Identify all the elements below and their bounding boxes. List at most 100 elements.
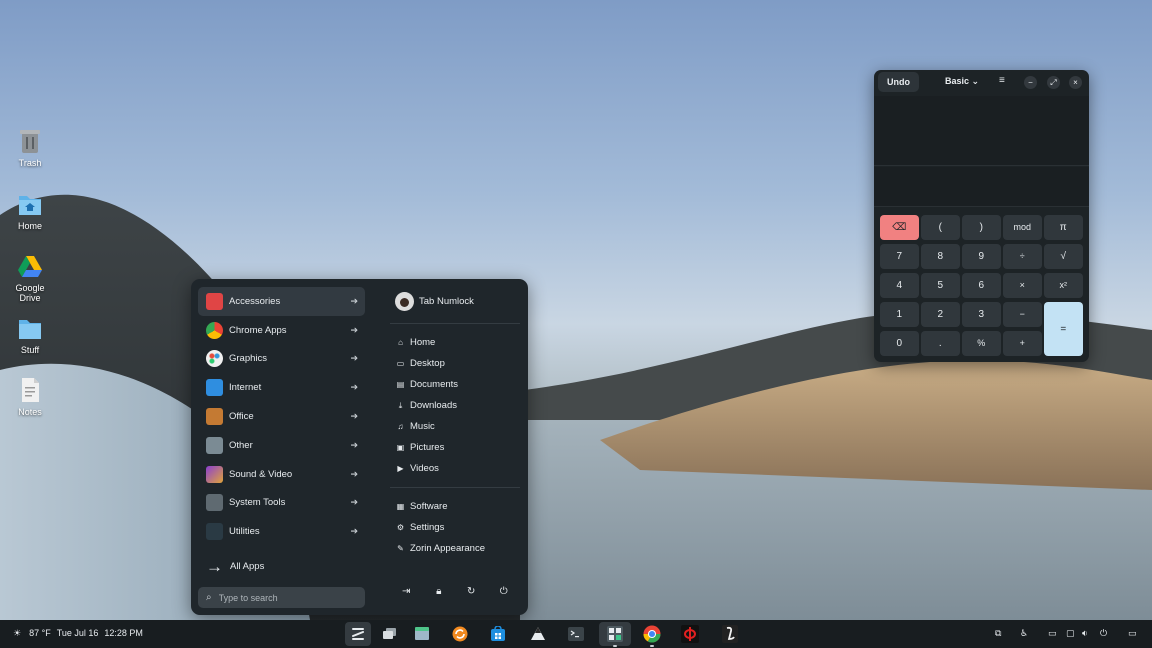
power-menu-icon[interactable]: ⏻: [1100, 628, 1107, 639]
desktop-icon-trash[interactable]: Trash: [8, 127, 52, 168]
minimize-button[interactable]: −: [1024, 76, 1037, 89]
workspaces-icon: [383, 628, 396, 639]
digit-0-button[interactable]: 0: [880, 331, 919, 356]
show-desktop-icon[interactable]: ▭: [1128, 628, 1137, 639]
hamburger-menu-icon[interactable]: ≡: [999, 75, 1005, 86]
decimal-button[interactable]: .: [921, 331, 960, 356]
sqrt-button[interactable]: √: [1044, 244, 1083, 269]
system-zorin-appearance[interactable]: ✎ Zorin Appearance: [390, 538, 520, 559]
percent-button[interactable]: %: [962, 331, 1001, 356]
equation-input[interactable]: [874, 167, 1089, 207]
terminal-button[interactable]: [563, 622, 589, 646]
mode-label: Basic: [945, 76, 970, 86]
home-icon: ⌂: [398, 338, 403, 347]
divide-button[interactable]: ÷: [1003, 244, 1042, 269]
digit-4-button[interactable]: 4: [880, 273, 919, 298]
calculator-window: Undo Basic ⌄ ≡ − ⤢ × ⌫ ( ) mod π 7 8 9 ÷…: [874, 70, 1089, 362]
files-button[interactable]: [409, 622, 435, 646]
arrow-right-icon: ➔: [350, 295, 358, 306]
place-documents[interactable]: ▤ Documents: [390, 374, 520, 395]
category-label: Sound & Video: [229, 468, 293, 480]
desktop-icon-stuff[interactable]: Stuff: [8, 314, 52, 355]
software-updater-button[interactable]: [447, 622, 473, 646]
mode-selector[interactable]: Basic ⌄: [945, 76, 979, 87]
accessibility-icon[interactable]: ♿︎: [1020, 628, 1028, 639]
libreoffice-button[interactable]: [717, 622, 743, 646]
category-office[interactable]: Office ➔: [198, 402, 365, 431]
terminal-icon: [568, 627, 584, 641]
desktop-icon-home[interactable]: Home: [8, 190, 52, 231]
all-apps-button[interactable]: → All Apps: [198, 555, 365, 577]
category-sound-video[interactable]: Sound & Video ➔: [198, 460, 365, 489]
volume-icon[interactable]: 🔉︎: [1082, 628, 1088, 639]
system-settings[interactable]: ⚙ Settings: [390, 517, 520, 538]
taskbar: ☀ 87 °F Tue Jul 16 12:28 PM ⧉ ♿︎ ▭ ▢ 🔉︎ …: [0, 620, 1152, 648]
digit-6-button[interactable]: 6: [962, 273, 1001, 298]
digit-5-button[interactable]: 5: [921, 273, 960, 298]
close-paren-button[interactable]: ): [962, 215, 1001, 240]
phi-app-button[interactable]: [677, 622, 703, 646]
category-system-tools[interactable]: System Tools ➔: [198, 489, 365, 518]
arrow-right-icon: →: [206, 556, 223, 576]
digit-9-button[interactable]: 9: [962, 244, 1001, 269]
category-accessories[interactable]: Accessories ➔: [198, 287, 365, 316]
maximize-button[interactable]: ⤢: [1047, 76, 1060, 89]
utilities-icon: [206, 523, 223, 541]
system-label: Settings: [410, 522, 445, 533]
home-folder-icon: [19, 196, 41, 215]
category-chrome-apps[interactable]: Chrome Apps ➔: [198, 316, 365, 345]
square-button[interactable]: x²: [1044, 273, 1083, 298]
place-pictures[interactable]: ▣ Pictures: [390, 437, 520, 458]
weather-clock[interactable]: ☀ 87 °F Tue Jul 16 12:28 PM: [13, 628, 143, 639]
category-label: Chrome Apps: [229, 324, 287, 336]
desktop-icon: ▭: [396, 359, 405, 368]
network-icon[interactable]: ▭: [1048, 628, 1057, 639]
inkscape-button[interactable]: [525, 622, 551, 646]
divider: [390, 323, 520, 324]
digit-1-button[interactable]: 1: [880, 302, 919, 327]
backspace-button[interactable]: ⌫: [880, 215, 919, 240]
lock-icon[interactable]: 🔒︎: [429, 586, 449, 597]
category-internet[interactable]: Internet ➔: [198, 373, 365, 402]
logout-icon[interactable]: ⇥: [396, 586, 416, 597]
search-input[interactable]: [218, 592, 349, 603]
display-icon[interactable]: ▢: [1066, 628, 1075, 639]
digit-7-button[interactable]: 7: [880, 244, 919, 269]
place-downloads[interactable]: ⤓ Downloads: [390, 395, 520, 416]
subtract-button[interactable]: −: [1003, 302, 1042, 327]
open-paren-button[interactable]: (: [921, 215, 960, 240]
place-videos[interactable]: ▶ Videos: [390, 458, 520, 479]
picture-icon: ▣: [396, 443, 405, 452]
digit-8-button[interactable]: 8: [921, 244, 960, 269]
software-store-button[interactable]: [485, 622, 511, 646]
close-button[interactable]: ×: [1069, 76, 1082, 89]
zorin-menu-button[interactable]: [345, 622, 371, 646]
user-button[interactable]: Tab Numlock: [390, 287, 520, 315]
system-software[interactable]: ▦ Software: [390, 496, 520, 517]
pi-button[interactable]: π: [1044, 215, 1083, 240]
search-box[interactable]: ⌕: [198, 587, 365, 608]
place-label: Documents: [410, 379, 459, 390]
digit-2-button[interactable]: 2: [921, 302, 960, 327]
desktop-icon-notes[interactable]: Notes: [8, 376, 52, 417]
mod-button[interactable]: mod: [1003, 215, 1042, 240]
digit-3-button[interactable]: 3: [962, 302, 1001, 327]
power-icon[interactable]: ⏻: [494, 586, 514, 597]
undo-button[interactable]: Undo: [878, 72, 919, 92]
place-music[interactable]: ♫ Music: [390, 416, 520, 437]
chrome-button[interactable]: [639, 622, 665, 647]
place-desktop[interactable]: ▭ Desktop: [390, 353, 520, 374]
clipboard-icon[interactable]: ⧉: [995, 628, 1001, 639]
desktop-icon-label: Stuff: [20, 345, 40, 355]
add-button[interactable]: +: [1003, 331, 1042, 356]
desktop-icon-google-drive[interactable]: Google Drive: [8, 252, 52, 303]
multiply-button[interactable]: ×: [1003, 273, 1042, 298]
calculator-button[interactable]: [599, 622, 631, 647]
category-other[interactable]: Other ➔: [198, 431, 365, 460]
equals-button[interactable]: =: [1044, 302, 1083, 356]
category-utilities[interactable]: Utilities ➔: [198, 517, 365, 546]
category-graphics[interactable]: Graphics ➔: [198, 345, 365, 374]
place-home[interactable]: ⌂ Home: [390, 332, 520, 353]
restart-icon[interactable]: ↻: [461, 586, 481, 597]
workspaces-button[interactable]: [377, 622, 403, 646]
